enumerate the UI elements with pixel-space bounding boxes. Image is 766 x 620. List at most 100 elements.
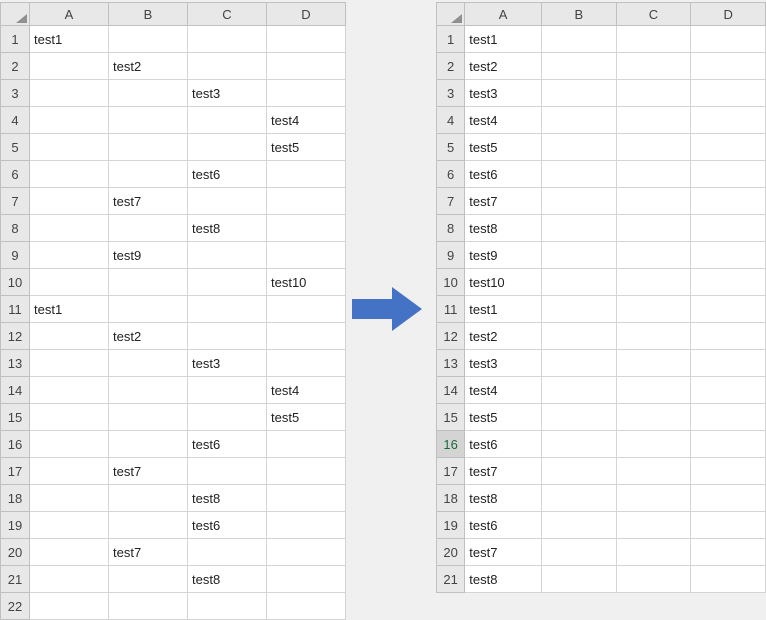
cell[interactable] [188,26,267,53]
cell[interactable] [542,377,617,404]
cell[interactable] [30,161,109,188]
cell[interactable] [542,269,617,296]
cell[interactable] [267,566,346,593]
cell[interactable] [691,458,766,485]
cell[interactable] [691,296,766,323]
cell[interactable]: test7 [109,458,188,485]
cell[interactable] [616,431,691,458]
cell[interactable] [691,512,766,539]
cell[interactable] [30,269,109,296]
row-header[interactable]: 14 [1,377,30,404]
cell[interactable]: test3 [465,80,542,107]
row-header[interactable]: 3 [437,80,465,107]
cell[interactable] [691,377,766,404]
col-header[interactable]: A [30,3,109,26]
cell[interactable] [109,161,188,188]
cell[interactable]: test6 [188,512,267,539]
cell[interactable] [267,350,346,377]
row-header[interactable]: 4 [1,107,30,134]
cell[interactable] [267,296,346,323]
cell[interactable] [109,377,188,404]
cell[interactable] [616,566,691,593]
row-header[interactable]: 13 [1,350,30,377]
row-header[interactable]: 3 [1,80,30,107]
cell[interactable] [542,53,617,80]
cell[interactable]: test6 [465,512,542,539]
cell[interactable]: test8 [465,215,542,242]
cell[interactable] [691,269,766,296]
row-header[interactable]: 1 [1,26,30,53]
cell[interactable] [267,161,346,188]
cell[interactable]: test7 [465,539,542,566]
row-header[interactable]: 7 [1,188,30,215]
row-header[interactable]: 8 [437,215,465,242]
row-header[interactable]: 2 [1,53,30,80]
cell[interactable] [542,215,617,242]
cell[interactable]: test10 [267,269,346,296]
cell[interactable] [691,161,766,188]
cell[interactable]: test5 [267,404,346,431]
cell[interactable]: test1 [465,296,542,323]
row-header[interactable]: 5 [437,134,465,161]
row-header[interactable]: 17 [437,458,465,485]
cell[interactable]: test2 [109,323,188,350]
cell[interactable] [691,431,766,458]
cell[interactable]: test2 [109,53,188,80]
cell[interactable] [109,512,188,539]
cell[interactable] [30,566,109,593]
cell[interactable] [616,26,691,53]
row-header[interactable]: 12 [1,323,30,350]
cell[interactable] [616,377,691,404]
cell[interactable]: test2 [465,323,542,350]
cell[interactable] [542,107,617,134]
cell[interactable] [188,593,267,620]
cell[interactable] [109,296,188,323]
cell[interactable] [188,539,267,566]
cell[interactable] [267,53,346,80]
cell[interactable] [109,134,188,161]
cell[interactable] [188,107,267,134]
cell[interactable] [616,80,691,107]
cell[interactable] [691,215,766,242]
cell[interactable]: test3 [188,350,267,377]
cell[interactable] [267,26,346,53]
cell[interactable] [616,107,691,134]
col-header[interactable]: D [267,3,346,26]
col-header[interactable]: D [691,3,766,26]
cell[interactable]: test1 [30,296,109,323]
cell[interactable] [267,458,346,485]
cell[interactable]: test1 [30,26,109,53]
cell[interactable] [267,188,346,215]
cell[interactable] [188,377,267,404]
cell[interactable]: test9 [109,242,188,269]
cell[interactable] [616,134,691,161]
cell[interactable] [542,539,617,566]
cell[interactable] [616,296,691,323]
cell[interactable]: test3 [465,350,542,377]
cell[interactable] [616,242,691,269]
cell[interactable] [691,80,766,107]
cell[interactable] [542,188,617,215]
row-header[interactable]: 18 [437,485,465,512]
cell[interactable] [691,242,766,269]
cell[interactable] [542,431,617,458]
row-header[interactable]: 6 [1,161,30,188]
cell[interactable] [267,323,346,350]
cell[interactable]: test8 [188,485,267,512]
cell[interactable] [616,53,691,80]
row-header[interactable]: 9 [437,242,465,269]
cell[interactable]: test6 [188,431,267,458]
row-header[interactable]: 10 [1,269,30,296]
cell[interactable] [267,80,346,107]
row-header[interactable]: 20 [1,539,30,566]
row-header[interactable]: 8 [1,215,30,242]
cell[interactable] [267,593,346,620]
cell[interactable] [109,350,188,377]
cell[interactable]: test4 [267,377,346,404]
col-header[interactable]: A [465,3,542,26]
cell[interactable] [30,512,109,539]
cell[interactable] [109,431,188,458]
row-header[interactable]: 15 [437,404,465,431]
cell[interactable] [542,404,617,431]
row-header[interactable]: 4 [437,107,465,134]
